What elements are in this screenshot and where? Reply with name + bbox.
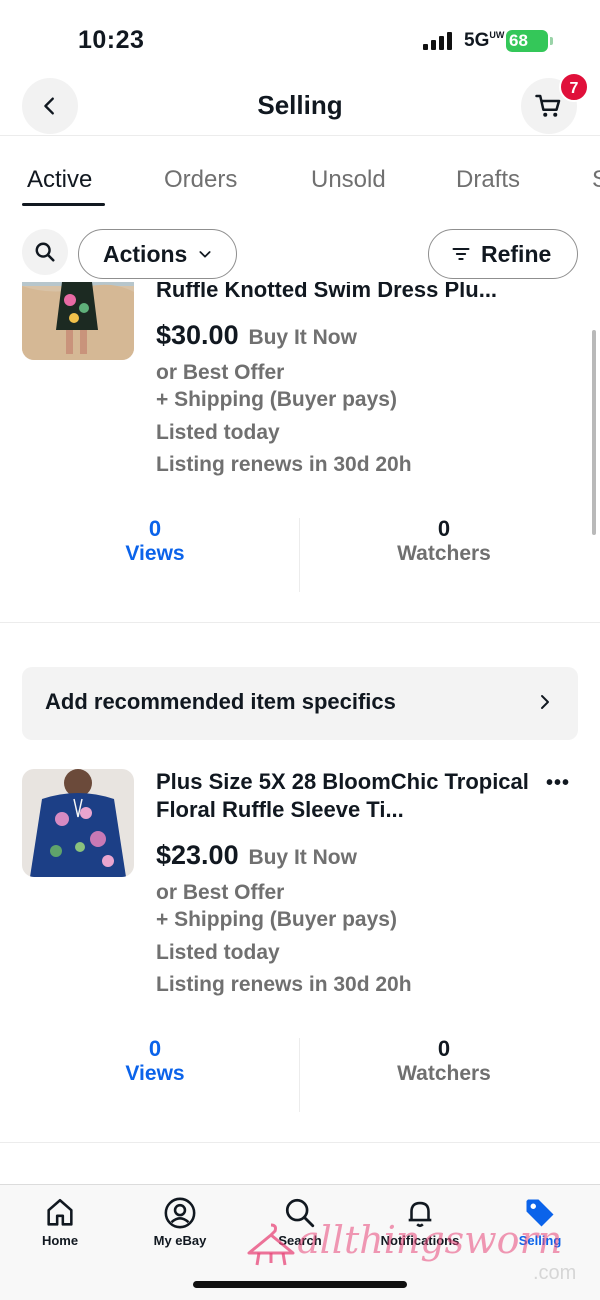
views-count: 0 <box>148 1036 162 1061</box>
tab-orders[interactable]: Orders <box>164 166 237 194</box>
search-icon <box>35 242 55 262</box>
divider <box>0 622 600 623</box>
home-icon <box>47 1198 73 1226</box>
watchers-count: 0 <box>437 516 451 541</box>
listing-price-line: $23.00 Buy It Now <box>156 840 357 871</box>
listing-thumbnail[interactable] <box>22 282 134 360</box>
header: Selling 7 <box>0 72 600 136</box>
tab-bar: Active Orders Unsold Drafts S <box>0 160 600 210</box>
watchers-stat: 0 Watchers <box>344 1036 544 1086</box>
banner-label: Add recommended item specifics <box>45 689 396 714</box>
listing-renewal: Listing renews in 30d 20h <box>156 453 412 476</box>
scrollbar[interactable] <box>592 330 596 535</box>
tab-drafts[interactable]: Drafts <box>456 166 520 194</box>
listing-shipping: + Shipping (Buyer pays) <box>156 388 397 411</box>
tab-unsold[interactable]: Unsold <box>311 166 386 194</box>
tab-more[interactable]: S <box>592 166 600 194</box>
listing-format: Buy It Now <box>248 846 357 869</box>
listing-title[interactable]: Plus Size 5X 28 BloomChic Tropical Flora… <box>156 768 556 824</box>
views-count: 0 <box>148 516 162 541</box>
listing-shipping: + Shipping (Buyer pays) <box>156 908 397 931</box>
watchers-stat: 0 Watchers <box>344 516 544 566</box>
more-options-button[interactable]: ••• <box>546 772 570 795</box>
listing-renewal: Listing renews in 30d 20h <box>156 973 412 996</box>
listing-price-line: $30.00 Buy It Now <box>156 320 357 351</box>
views-label: Views <box>125 1062 185 1085</box>
watermark: allthingsworn <box>245 1218 562 1267</box>
views-stat[interactable]: 0 Views <box>55 1036 255 1086</box>
divider <box>0 1142 600 1143</box>
chevron-right-icon <box>541 695 549 709</box>
listing-offer: or Best Offer <box>156 881 285 904</box>
hanger-icon <box>247 1223 295 1265</box>
refine-label: Refine <box>481 240 552 267</box>
status-bar: 10:23 5GUW 68 <box>0 0 600 80</box>
refine-button[interactable]: Refine <box>428 229 578 279</box>
network-indicator: 5GUW <box>464 30 505 51</box>
stat-divider <box>299 1038 300 1112</box>
listing-format: Buy It Now <box>248 326 357 349</box>
views-label: Views <box>125 542 185 565</box>
tab-active[interactable]: Active <box>27 166 92 194</box>
item-specifics-banner[interactable]: Add recommended item specifics <box>22 667 578 740</box>
chevron-down-icon <box>199 251 211 258</box>
status-time: 10:23 <box>78 26 145 54</box>
cart-count-badge: 7 <box>559 72 589 102</box>
watermark-text: allthingsworn <box>297 1218 563 1262</box>
nav-home-label: Home <box>41 1233 79 1248</box>
listing-date: Listed today <box>156 941 280 964</box>
battery-level: 68 <box>509 31 528 50</box>
watermark-suffix: .com <box>533 1262 577 1284</box>
nav-my-ebay-label: My eBay <box>153 1233 207 1248</box>
listing-offer: or Best Offer <box>156 361 285 384</box>
active-tab-indicator <box>22 203 105 206</box>
listing-price: $30.00 <box>156 320 239 350</box>
actions-label: Actions <box>103 240 188 267</box>
watchers-label: Watchers <box>397 542 491 565</box>
actions-dropdown[interactable]: Actions <box>78 229 237 279</box>
watchers-count: 0 <box>437 1036 451 1061</box>
stat-divider <box>299 518 300 592</box>
search-button[interactable] <box>22 229 68 275</box>
page-title: Selling <box>257 90 343 120</box>
listing-date: Listed today <box>156 421 280 444</box>
listing-thumbnail[interactable] <box>22 769 134 877</box>
cart-icon <box>535 94 561 117</box>
battery-icon: 68 <box>506 30 553 52</box>
listing-title[interactable]: Ruffle Knotted Swim Dress Plu... <box>156 282 556 304</box>
nav-home[interactable]: Home <box>10 1193 110 1248</box>
filter-icon <box>452 248 470 260</box>
user-icon <box>164 1197 196 1229</box>
listing-price: $23.00 <box>156 840 239 870</box>
home-indicator[interactable] <box>193 1281 407 1288</box>
watchers-label: Watchers <box>397 1062 491 1085</box>
listing-scroll-area[interactable]: Ruffle Knotted Swim Dress Plu... $30.00 … <box>0 282 600 1184</box>
signal-icon <box>423 32 453 50</box>
nav-my-ebay[interactable]: My eBay <box>130 1193 230 1248</box>
views-stat[interactable]: 0 Views <box>55 516 255 566</box>
